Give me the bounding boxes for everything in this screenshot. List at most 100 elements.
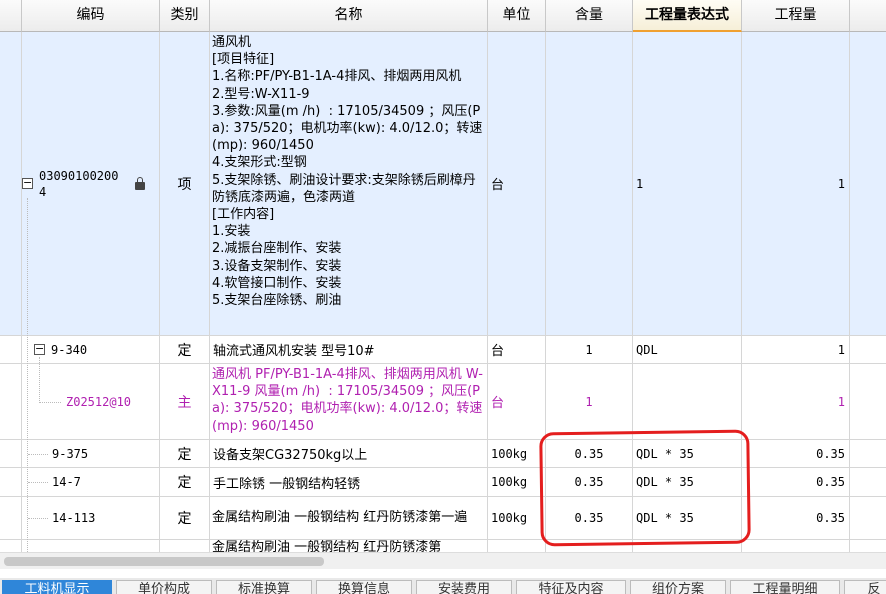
table-row-code[interactable]: − 9-340 — [22, 336, 160, 364]
tab-installation-cost[interactable]: 安装费用 — [416, 580, 512, 594]
item-content[interactable] — [546, 32, 633, 336]
col-header-content[interactable]: 含量 — [546, 0, 633, 32]
quota-extra[interactable] — [850, 440, 886, 468]
row-gutter[interactable] — [0, 440, 22, 468]
quota-content[interactable]: 0.35 — [546, 440, 633, 468]
quota-extra[interactable] — [850, 336, 886, 364]
col-header-expression[interactable]: 工程量表达式 — [633, 0, 742, 32]
quantity-grid: 编码 类别 名称 单位 含量 工程量表达式 工程量 − 030901002004… — [0, 0, 886, 552]
quota-unit[interactable]: 台 — [488, 336, 546, 364]
quota-type: 定 — [160, 497, 210, 540]
tab-quantity-details[interactable]: 工程量明细 — [730, 580, 840, 594]
quota-type — [160, 540, 210, 552]
quota-name[interactable]: 设备支架CG32750kg以上 — [210, 440, 488, 468]
row-gutter[interactable] — [0, 540, 22, 552]
row-gutter[interactable] — [0, 468, 22, 497]
quota-expression[interactable]: QDL * 35 — [633, 497, 742, 540]
quota-code: 9-340 — [51, 342, 88, 357]
quota-name: 金属结构刷油 一般钢结构 红丹防锈漆第一遍 — [212, 510, 468, 526]
quota-name[interactable]: 轴流式通风机安装 型号10# — [210, 336, 488, 364]
material-name: 通风机 PF/PY-B1-1A-4排风、排烟两用风机 W-X11-9 风量(m … — [212, 367, 483, 434]
item-code: 030901002004 — [39, 168, 119, 199]
item-quantity[interactable]: 1 — [742, 32, 850, 336]
tab-overflow[interactable]: 反 — [844, 580, 886, 594]
quota-extra[interactable] — [850, 540, 886, 552]
quota-content[interactable]: 1 — [546, 336, 633, 364]
col-header-extra[interactable] — [850, 0, 886, 32]
tab-conversion-info[interactable]: 换算信息 — [316, 580, 412, 594]
quota-type: 定 — [160, 468, 210, 497]
row-gutter[interactable] — [0, 336, 22, 364]
tab-pricing-scheme[interactable]: 组价方案 — [630, 580, 726, 594]
collapse-icon[interactable]: − — [22, 177, 33, 189]
col-header-unit[interactable]: 单位 — [488, 0, 546, 32]
quota-quantity[interactable]: 1 — [742, 336, 850, 364]
tab-resource-display[interactable]: 工料机显示 — [2, 580, 112, 594]
item-extra[interactable] — [850, 32, 886, 336]
row-gutter[interactable] — [0, 32, 22, 336]
quota-code: 14-7 — [52, 475, 81, 489]
quota-extra[interactable] — [850, 497, 886, 540]
quota-content[interactable] — [546, 540, 633, 552]
tree-connector — [39, 357, 40, 403]
tree-connector — [28, 518, 48, 519]
quota-unit[interactable] — [488, 540, 546, 552]
quota-type: 定 — [160, 440, 210, 468]
quota-name-cell[interactable]: 金属结构刷油 一般钢结构 红丹防锈漆第 — [210, 540, 488, 552]
row-header-corner — [0, 0, 22, 32]
table-row-code[interactable] — [22, 540, 160, 552]
tree-connector — [28, 454, 48, 455]
item-name: 通风机 [项目特征] 1.名称:PF/PY-B1-1A-4排风、排烟两用风机 2… — [212, 35, 483, 309]
tab-unit-price-composition[interactable]: 单价构成 — [116, 580, 212, 594]
quota-expression[interactable]: QDL — [633, 336, 742, 364]
quota-content[interactable]: 0.35 — [546, 468, 633, 497]
tree-connector — [28, 482, 48, 483]
collapse-icon[interactable]: − — [34, 343, 45, 355]
quota-unit[interactable]: 100kg — [488, 440, 546, 468]
col-header-type[interactable]: 类别 — [160, 0, 210, 32]
quota-content[interactable]: 0.35 — [546, 497, 633, 540]
quota-name-cell[interactable]: 金属结构刷油 一般钢结构 红丹防锈漆第一遍 — [210, 497, 488, 540]
quota-expression[interactable] — [633, 540, 742, 552]
quota-unit[interactable]: 100kg — [488, 497, 546, 540]
material-name-cell[interactable]: 通风机 PF/PY-B1-1A-4排风、排烟两用风机 W-X11-9 风量(m … — [210, 364, 488, 440]
horizontal-scrollbar[interactable] — [0, 552, 886, 569]
quota-quantity[interactable] — [742, 540, 850, 552]
col-header-name[interactable]: 名称 — [210, 0, 488, 32]
tab-features-content[interactable]: 特征及内容 — [516, 580, 626, 594]
quota-code: 14-113 — [52, 511, 96, 525]
bottom-tab-bar: 工料机显示 单价构成 标准换算 换算信息 安装费用 特征及内容 组价方案 工程量… — [0, 578, 886, 594]
tab-standard-conversion[interactable]: 标准换算 — [216, 580, 312, 594]
material-extra[interactable] — [850, 364, 886, 440]
col-header-quantity[interactable]: 工程量 — [742, 0, 850, 32]
quota-name: 金属结构刷油 一般钢结构 红丹防锈漆第 — [212, 540, 442, 552]
item-type: 项 — [160, 32, 210, 336]
quota-extra[interactable] — [850, 468, 886, 497]
col-header-code[interactable]: 编码 — [22, 0, 160, 32]
table-row-code[interactable]: − 030901002004 — [22, 32, 160, 336]
material-expression[interactable] — [633, 364, 742, 440]
material-code: Z02512@10 — [66, 394, 132, 409]
scrollbar-thumb[interactable] — [4, 557, 324, 566]
material-content[interactable]: 1 — [546, 364, 633, 440]
quota-quantity[interactable]: 0.35 — [742, 468, 850, 497]
material-quantity[interactable]: 1 — [742, 364, 850, 440]
quota-quantity[interactable]: 0.35 — [742, 497, 850, 540]
item-expression[interactable]: 1 — [633, 32, 742, 336]
row-gutter[interactable] — [0, 497, 22, 540]
quota-quantity[interactable]: 0.35 — [742, 440, 850, 468]
item-name-cell[interactable]: 通风机 [项目特征] 1.名称:PF/PY-B1-1A-4排风、排烟两用风机 2… — [210, 32, 488, 336]
tree-connector — [27, 198, 28, 552]
quota-expression[interactable]: QDL * 35 — [633, 440, 742, 468]
row-gutter[interactable] — [0, 364, 22, 440]
quota-unit[interactable]: 100kg — [488, 468, 546, 497]
quota-name[interactable]: 手工除锈 一般钢结构轻锈 — [210, 468, 488, 497]
tree-connector — [39, 402, 61, 403]
quota-type: 定 — [160, 336, 210, 364]
material-type: 主 — [160, 364, 210, 440]
item-unit[interactable]: 台 — [488, 32, 546, 336]
quota-code: 9-375 — [52, 446, 89, 461]
material-unit[interactable]: 台 — [488, 364, 546, 440]
quota-expression[interactable]: QDL * 35 — [633, 468, 742, 497]
lock-icon — [135, 176, 145, 190]
